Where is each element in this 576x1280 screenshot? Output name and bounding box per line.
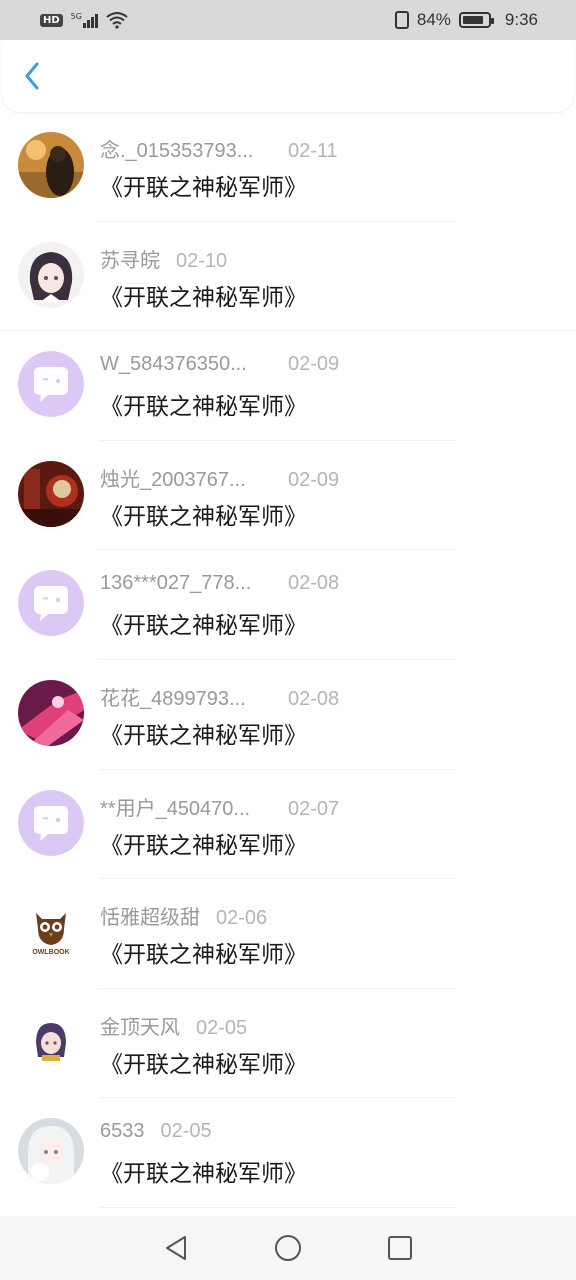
username[interactable]: 苏寻皖 [100, 244, 160, 273]
back-button[interactable] [2, 40, 62, 112]
status-bar: HD 5G 84% 9:36 [0, 0, 576, 40]
comment-list: 念._015353793... 02-11 《开联之神秘军师》 苏寻皖 02-10 《开… [0, 112, 576, 1208]
book-title: 《开联之神秘军师》 [100, 613, 307, 640]
book-title: 《开联之神秘军师》 [100, 942, 307, 969]
book-title: 《开联之神秘军师》 [100, 832, 307, 859]
book-title: 《开联之神秘军师》 [100, 1161, 307, 1188]
list-item[interactable]: W_584376350... 02-09 《开联之神秘军师》 [0, 331, 576, 441]
book-title: 《开联之神秘军师》 [100, 394, 307, 421]
date: 02-06 [216, 907, 268, 930]
list-item[interactable]: OWLBOOK 恬雅超级甜 02-06 《开联之神秘军师》 [0, 879, 576, 989]
battery-percent: 84% [416, 10, 451, 29]
item-meta: 6533 02-05 [100, 1120, 212, 1143]
book-title: 《开联之神秘军师》 [100, 1051, 307, 1078]
nav-home-button[interactable] [268, 1228, 308, 1268]
hd-badge: HD [40, 13, 63, 27]
book-title: 《开联之神秘军师》 [100, 175, 307, 201]
list-item[interactable]: 念._015353793... 02-11 《开联之神秘军师》 [0, 112, 576, 222]
avatar[interactable] [18, 241, 84, 308]
book-title: 《开联之神秘军师》 [100, 284, 307, 311]
nav-back-button[interactable] [156, 1228, 196, 1268]
username[interactable]: 花花_4899793... [100, 682, 272, 711]
list-item[interactable]: 苏寻皖 02-10 《开联之神秘军师》 [0, 222, 576, 332]
vibrate-icon [394, 11, 409, 29]
date: 02-09 [288, 468, 340, 491]
item-meta: 烛光_2003767... 02-09 [100, 463, 339, 492]
avatar[interactable] [18, 351, 84, 418]
svg-text:OWLBOOK: OWLBOOK [32, 949, 69, 956]
item-meta: **用户_450470... 02-07 [100, 792, 339, 821]
username[interactable]: 金顶天风 [100, 1011, 180, 1040]
username[interactable]: 6533 [100, 1120, 145, 1143]
battery-icon [458, 12, 494, 28]
username[interactable]: **用户_450470... [100, 792, 272, 821]
wifi-icon [106, 12, 128, 29]
avatar[interactable] [18, 679, 84, 746]
list-item[interactable]: 6533 02-05 《开联之神秘军师》 [0, 1098, 576, 1208]
username[interactable]: 136***027_778... [100, 572, 272, 595]
clock: 9:36 [504, 10, 538, 29]
item-meta: 恬雅超级甜 02-06 [100, 901, 267, 930]
date: 02-10 [176, 249, 228, 272]
triangle-back-icon [166, 1236, 186, 1260]
list-item[interactable]: 金顶天风 02-05 《开联之神秘军师》 [0, 989, 576, 1099]
date: 02-08 [288, 572, 340, 595]
username[interactable]: 恬雅超级甜 [100, 901, 200, 930]
date: 02-11 [288, 140, 338, 162]
item-meta: 金顶天风 02-05 [100, 1011, 247, 1040]
username[interactable]: 念._015353793... [100, 134, 272, 163]
avatar[interactable] [18, 460, 84, 527]
book-title: 《开联之神秘军师》 [100, 722, 307, 749]
item-meta: 苏寻皖 02-10 [100, 244, 227, 273]
circle-home-icon [275, 1235, 301, 1261]
list-item[interactable]: 136***027_778... 02-08 《开联之神秘军师》 [0, 550, 576, 660]
avatar[interactable] [18, 1118, 84, 1185]
item-meta: W_584376350... 02-09 [100, 353, 339, 376]
avatar[interactable] [18, 1008, 84, 1075]
book-title: 《开联之神秘军师》 [100, 503, 307, 530]
date: 02-09 [288, 353, 340, 376]
list-item[interactable]: 花花_4899793... 02-08 《开联之神秘军师》 [0, 660, 576, 770]
date: 02-08 [288, 687, 340, 710]
network-type: 5G [70, 12, 82, 21]
chevron-left-icon [25, 62, 39, 90]
date: 02-07 [288, 797, 340, 820]
avatar[interactable] [18, 789, 84, 856]
item-meta: 念._015353793... 02-11 [100, 134, 338, 163]
avatar[interactable] [18, 570, 84, 637]
date: 02-05 [160, 1120, 212, 1143]
divider [98, 1206, 456, 1208]
avatar[interactable] [18, 132, 84, 198]
item-meta: 136***027_778... 02-08 [100, 572, 339, 595]
avatar[interactable]: OWLBOOK [18, 899, 84, 966]
nav-recents-button[interactable] [380, 1228, 420, 1268]
username[interactable]: 烛光_2003767... [100, 463, 272, 492]
date: 02-05 [196, 1016, 248, 1039]
username[interactable]: W_584376350... [100, 353, 272, 376]
list-item[interactable]: 烛光_2003767... 02-09 《开联之神秘军师》 [0, 441, 576, 551]
system-nav-bar [0, 1216, 576, 1280]
list-item[interactable]: **用户_450470... 02-07 《开联之神秘军师》 [0, 770, 576, 880]
signal-icon: 5G [71, 12, 98, 28]
header [2, 40, 574, 112]
item-meta: 花花_4899793... 02-08 [100, 682, 339, 711]
square-recents-icon [388, 1236, 412, 1260]
